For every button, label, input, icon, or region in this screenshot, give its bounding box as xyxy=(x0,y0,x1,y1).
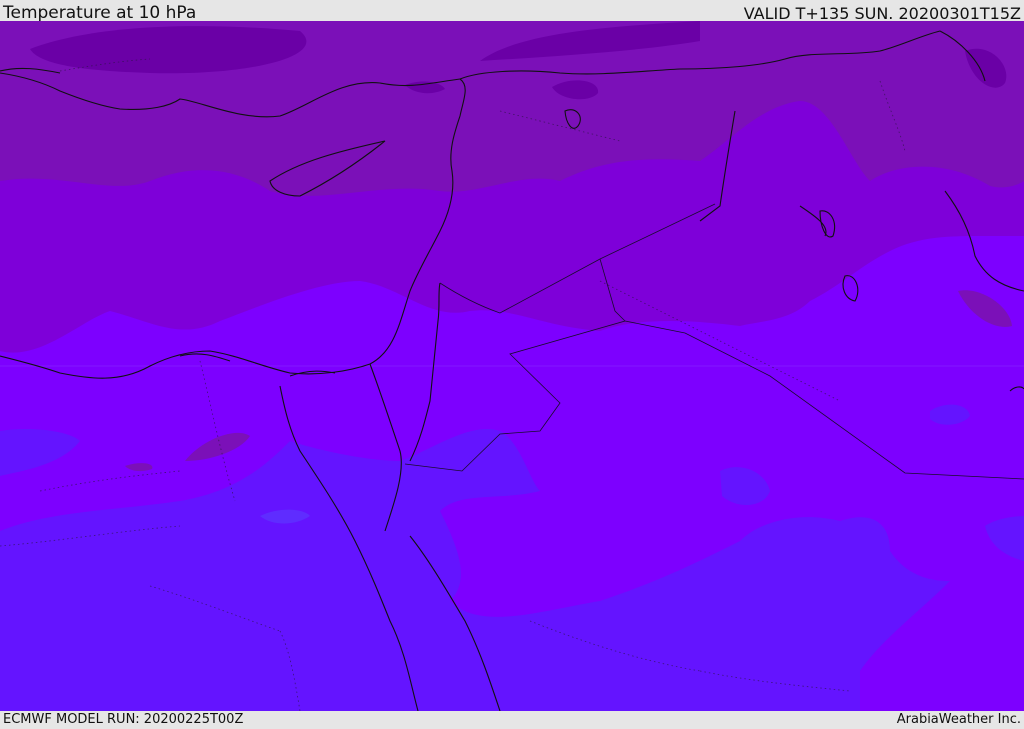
model-run-label: ECMWF MODEL RUN: 20200225T00Z xyxy=(3,712,244,727)
map-canvas xyxy=(0,21,1024,711)
credit-label: ArabiaWeather Inc. xyxy=(896,712,1021,727)
header-bar: Temperature at 10 hPa VALID T+135 SUN. 2… xyxy=(0,0,1024,23)
map-title: Temperature at 10 hPa xyxy=(3,3,197,23)
footer-bar: ECMWF MODEL RUN: 20200225T00Z ArabiaWeat… xyxy=(0,711,1024,729)
temperature-map[interactable] xyxy=(0,21,1024,711)
